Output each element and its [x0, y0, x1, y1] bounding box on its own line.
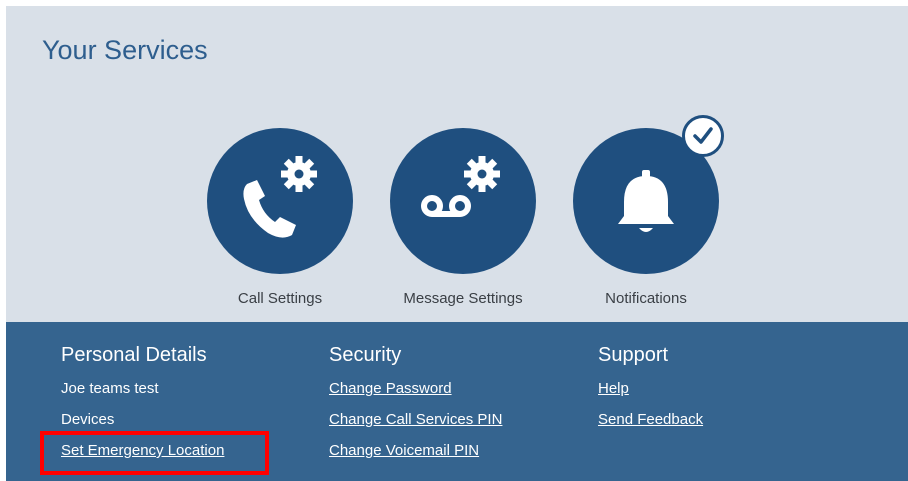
set-emergency-location-link[interactable]: Set Emergency Location [61, 443, 224, 458]
user-name: Joe teams test [61, 380, 159, 397]
security-column: Security Change Password Change Call Ser… [329, 344, 502, 474]
change-password-link[interactable]: Change Password [329, 381, 502, 396]
send-feedback-link[interactable]: Send Feedback [598, 412, 703, 427]
support-column: Support Help Send Feedback [598, 344, 703, 443]
footer-panel: Personal Details Joe teams test Devices … [6, 322, 908, 481]
notifications-label[interactable]: Notifications [605, 290, 687, 307]
personal-details-column: Personal Details Joe teams test Devices … [61, 344, 224, 474]
services-title: Your Services [42, 35, 208, 65]
message-settings-circle[interactable] [390, 128, 536, 274]
message-settings-label[interactable]: Message Settings [403, 290, 522, 307]
change-voicemail-pin-link[interactable]: Change Voicemail PIN [329, 443, 502, 458]
personal-details-heading: Personal Details [61, 344, 207, 366]
phone-gear-icon [243, 156, 317, 238]
message-settings-tile[interactable]: Message Settings [373, 128, 553, 307]
change-call-services-pin-link[interactable]: Change Call Services PIN [329, 412, 502, 427]
voicemail-gear-icon [421, 156, 500, 217]
services-panel: Your Services Call Settings Message Sett… [6, 6, 908, 322]
support-heading: Support [598, 344, 669, 366]
notifications-circle[interactable] [573, 115, 724, 274]
check-icon [693, 127, 713, 144]
devices-link[interactable]: Devices [61, 412, 224, 427]
call-settings-tile[interactable]: Call Settings [190, 128, 370, 307]
notifications-status-badge [682, 115, 724, 157]
call-settings-label[interactable]: Call Settings [238, 290, 322, 307]
help-link[interactable]: Help [598, 381, 703, 396]
security-heading: Security [329, 344, 402, 366]
notifications-tile[interactable]: Notifications [556, 115, 736, 307]
call-settings-circle[interactable] [207, 128, 353, 274]
